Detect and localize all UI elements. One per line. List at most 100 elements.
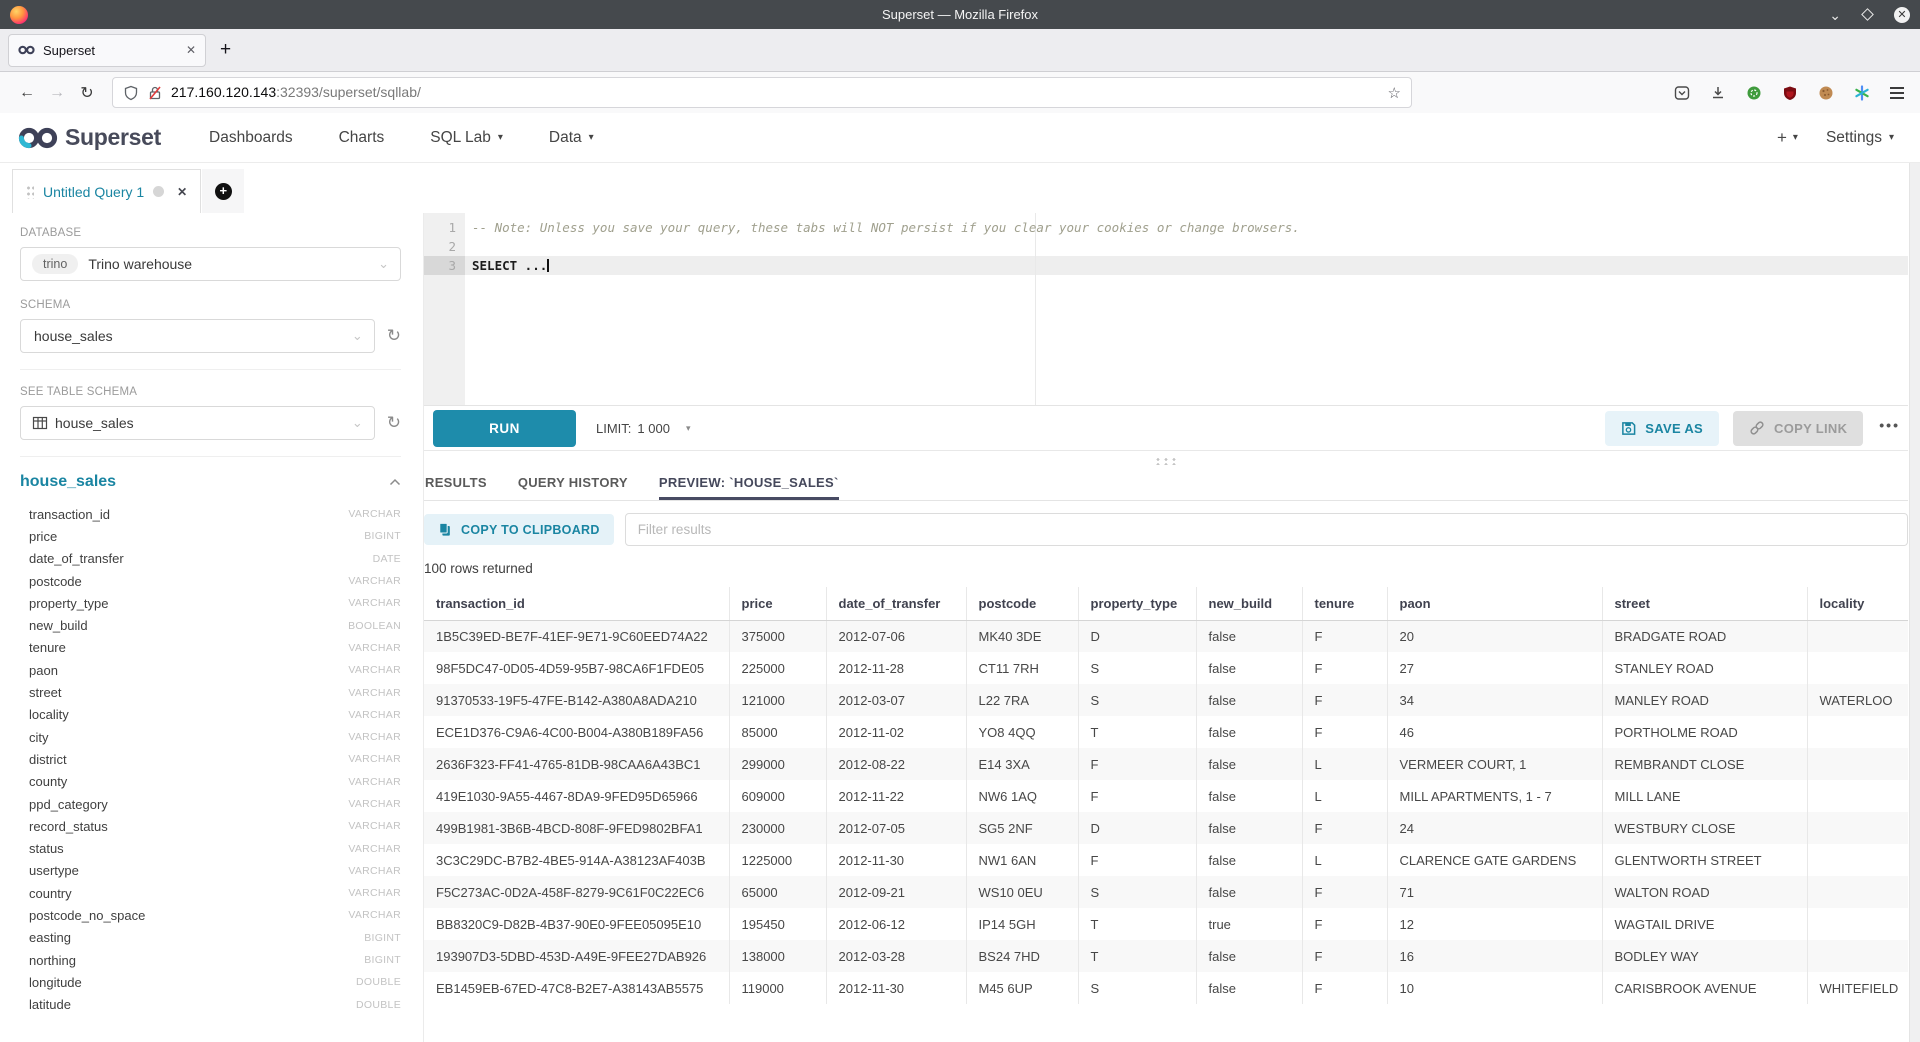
column-type: VARCHAR <box>348 709 401 721</box>
schema-column-row: tenureVARCHAR <box>20 637 401 659</box>
back-button[interactable]: ← <box>12 84 42 102</box>
column-name: district <box>29 752 67 767</box>
column-type: VARCHAR <box>348 865 401 877</box>
copy-to-clipboard-button[interactable]: COPY TO CLIPBOARD <box>424 514 614 545</box>
table-cell: ECE1D376-C9A6-4C00-B004-A380B189FA56 <box>424 716 729 748</box>
table-cell: WATERLOO <box>1807 684 1908 716</box>
insecure-lock-icon[interactable] <box>147 85 163 101</box>
copy-link-button[interactable]: COPY LINK <box>1733 411 1863 446</box>
column-header-property_type[interactable]: property_type <box>1078 587 1196 620</box>
run-button[interactable]: RUN <box>433 410 576 447</box>
table-cell: YO8 4QQ <box>966 716 1078 748</box>
table-cell: F <box>1302 716 1387 748</box>
chevron-up-icon[interactable] <box>389 478 401 486</box>
downloads-icon[interactable] <box>1710 85 1726 101</box>
table-cell: 2636F323-FF41-4765-81DB-98CAA6A43BC1 <box>424 748 729 780</box>
caret-down-icon: ▾ <box>1889 132 1894 143</box>
column-header-transaction_id[interactable]: transaction_id <box>424 587 729 620</box>
schema-column-row: cityVARCHAR <box>20 726 401 748</box>
table-cell: F <box>1302 812 1387 844</box>
schema-column-row: date_of_transferDATE <box>20 548 401 570</box>
pane-splitter[interactable] <box>424 451 1908 468</box>
column-header-new_build[interactable]: new_build <box>1196 587 1302 620</box>
refresh-schemas-icon[interactable]: ↻ <box>387 326 401 346</box>
column-name: status <box>29 841 64 856</box>
nav-item-sql-lab[interactable]: SQL Lab ▾ <box>430 129 503 147</box>
settings-menu[interactable]: Settings ▾ <box>1826 129 1894 147</box>
column-type: VARCHAR <box>348 575 401 587</box>
nav-item-data[interactable]: Data ▾ <box>549 129 594 147</box>
bookmark-star-icon[interactable]: ☆ <box>1388 84 1401 102</box>
browser-tab[interactable]: Superset ✕ <box>8 34 206 67</box>
page-scrollbar[interactable] <box>1909 163 1920 1042</box>
column-header-postcode[interactable]: postcode <box>966 587 1078 620</box>
column-type: DATE <box>373 553 401 565</box>
column-header-locality[interactable]: locality <box>1807 587 1908 620</box>
column-header-tenure[interactable]: tenure <box>1302 587 1387 620</box>
table-cell: MILL LANE <box>1602 780 1807 812</box>
nav-item-charts[interactable]: Charts <box>339 129 385 147</box>
sql-statement: SELECT ... <box>472 258 547 273</box>
table-cell: CLARENCE GATE GARDENS <box>1387 844 1602 876</box>
window-close-icon[interactable]: ✕ <box>1894 7 1910 23</box>
ublock-shield-icon[interactable] <box>1782 85 1798 101</box>
limit-dropdown[interactable]: LIMIT: 1 000 ▾ <box>596 421 690 436</box>
schema-select[interactable]: house_sales ⌄ <box>20 319 375 353</box>
column-header-street[interactable]: street <box>1602 587 1807 620</box>
column-type: VARCHAR <box>348 843 401 855</box>
nav-item-dashboards[interactable]: Dashboards <box>209 129 293 147</box>
column-type: BIGINT <box>364 954 401 966</box>
table-cell: WAGTAIL DRIVE <box>1602 908 1807 940</box>
table-row: 499B1981-3B6B-4BCD-808F-9FED9802BFA12300… <box>424 812 1908 844</box>
table-row: 2636F323-FF41-4765-81DB-98CAA6A43BC12990… <box>424 748 1908 780</box>
results-table: transaction_idpricedate_of_transferpostc… <box>424 587 1908 1004</box>
sql-editor[interactable]: 1 2 3 -- Note: Unless you save your quer… <box>424 213 1908 406</box>
copy-to-clipboard-label: COPY TO CLIPBOARD <box>461 523 600 537</box>
extension-asterisk-icon[interactable] <box>1854 85 1870 101</box>
menu-icon[interactable] <box>1890 87 1904 99</box>
cookie-extension-icon[interactable] <box>1818 85 1834 101</box>
column-header-paon[interactable]: paon <box>1387 587 1602 620</box>
shield-icon[interactable] <box>123 85 139 101</box>
window-maximize-icon[interactable] <box>1861 8 1874 21</box>
tab-preview-house-sales[interactable]: PREVIEW: `HOUSE_SALES` <box>659 468 839 500</box>
more-actions-icon[interactable]: ••• <box>1877 417 1906 439</box>
column-type: VARCHAR <box>348 731 401 743</box>
database-select[interactable]: trino Trino warehouse ⌄ <box>20 247 401 281</box>
table-cell: 91370533-19F5-47FE-B142-A380A8ADA210 <box>424 684 729 716</box>
editor-toolbar: RUN LIMIT: 1 000 ▾ SAVE AS <box>424 406 1908 451</box>
browser-tab-title: Superset <box>43 43 178 58</box>
table-cell: M45 6UP <box>966 972 1078 1004</box>
tab-close-icon[interactable]: ✕ <box>186 43 196 57</box>
plus-icon: + <box>1777 128 1787 148</box>
extension-green-icon[interactable] <box>1746 85 1762 101</box>
filter-results-input[interactable] <box>625 513 1908 546</box>
table-cell: 2012-11-22 <box>826 780 966 812</box>
tab-query-history[interactable]: QUERY HISTORY <box>518 468 628 500</box>
save-as-button[interactable]: SAVE AS <box>1605 411 1719 446</box>
new-tab-button[interactable]: + <box>220 39 231 61</box>
window-minimize-icon[interactable]: ⌄ <box>1829 10 1841 20</box>
url-field[interactable]: 217.160.120.143:32393/superset/sqllab/ ☆ <box>112 77 1412 108</box>
table-cell: 2012-11-28 <box>826 652 966 684</box>
firefox-logo-icon <box>10 6 28 24</box>
query-tab-close-icon[interactable]: ✕ <box>177 185 187 199</box>
drag-handle-icon[interactable] <box>26 184 34 199</box>
column-header-date_of_transfer[interactable]: date_of_transfer <box>826 587 966 620</box>
column-header-price[interactable]: price <box>729 587 826 620</box>
pocket-icon[interactable] <box>1674 85 1690 101</box>
table-schema-heading[interactable]: house_sales <box>20 473 116 491</box>
query-tab[interactable]: Untitled Query 1 ✕ <box>12 169 201 213</box>
column-name: country <box>29 886 72 901</box>
table-cell: SG5 2NF <box>966 812 1078 844</box>
add-new-menu[interactable]: + ▾ <box>1777 128 1798 148</box>
refresh-tables-icon[interactable]: ↻ <box>387 413 401 433</box>
forward-button[interactable]: → <box>42 84 72 102</box>
splitter-grip-icon[interactable] <box>1154 457 1178 465</box>
superset-brand[interactable]: Superset <box>18 124 161 151</box>
new-query-tab-button[interactable]: + <box>202 169 244 213</box>
reload-button[interactable]: ↻ <box>72 83 102 103</box>
table-value: house_sales <box>55 415 134 431</box>
table-select[interactable]: house_sales ⌄ <box>20 406 375 440</box>
tab-results[interactable]: RESULTS <box>425 468 487 500</box>
